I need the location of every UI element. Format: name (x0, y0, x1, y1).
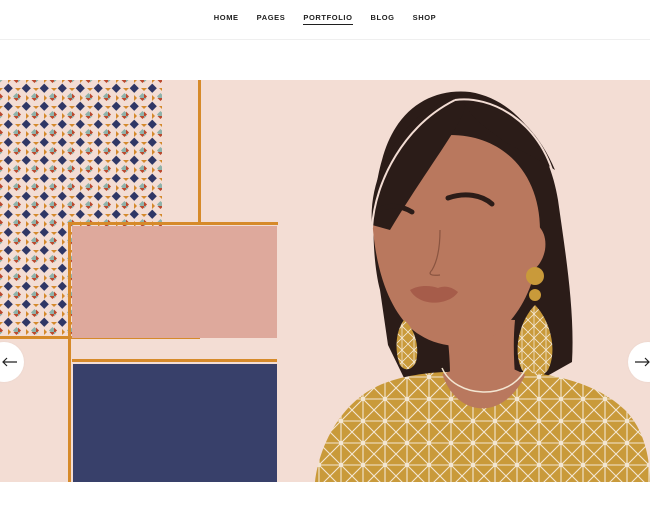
portfolio-artwork (0, 80, 650, 482)
arrow-left-icon (2, 357, 17, 367)
nav-item-shop[interactable]: SHOP (413, 11, 437, 24)
nav-item-pages[interactable]: PAGES (257, 11, 286, 24)
top-navigation: HOME PAGES PORTFOLIO BLOG SHOP (0, 0, 650, 40)
portfolio-slider (0, 80, 650, 482)
nav-item-portfolio[interactable]: PORTFOLIO (303, 11, 353, 25)
nav-item-blog[interactable]: BLOG (371, 11, 395, 24)
nav-item-home[interactable]: HOME (214, 11, 239, 24)
arrow-right-icon (635, 357, 650, 367)
